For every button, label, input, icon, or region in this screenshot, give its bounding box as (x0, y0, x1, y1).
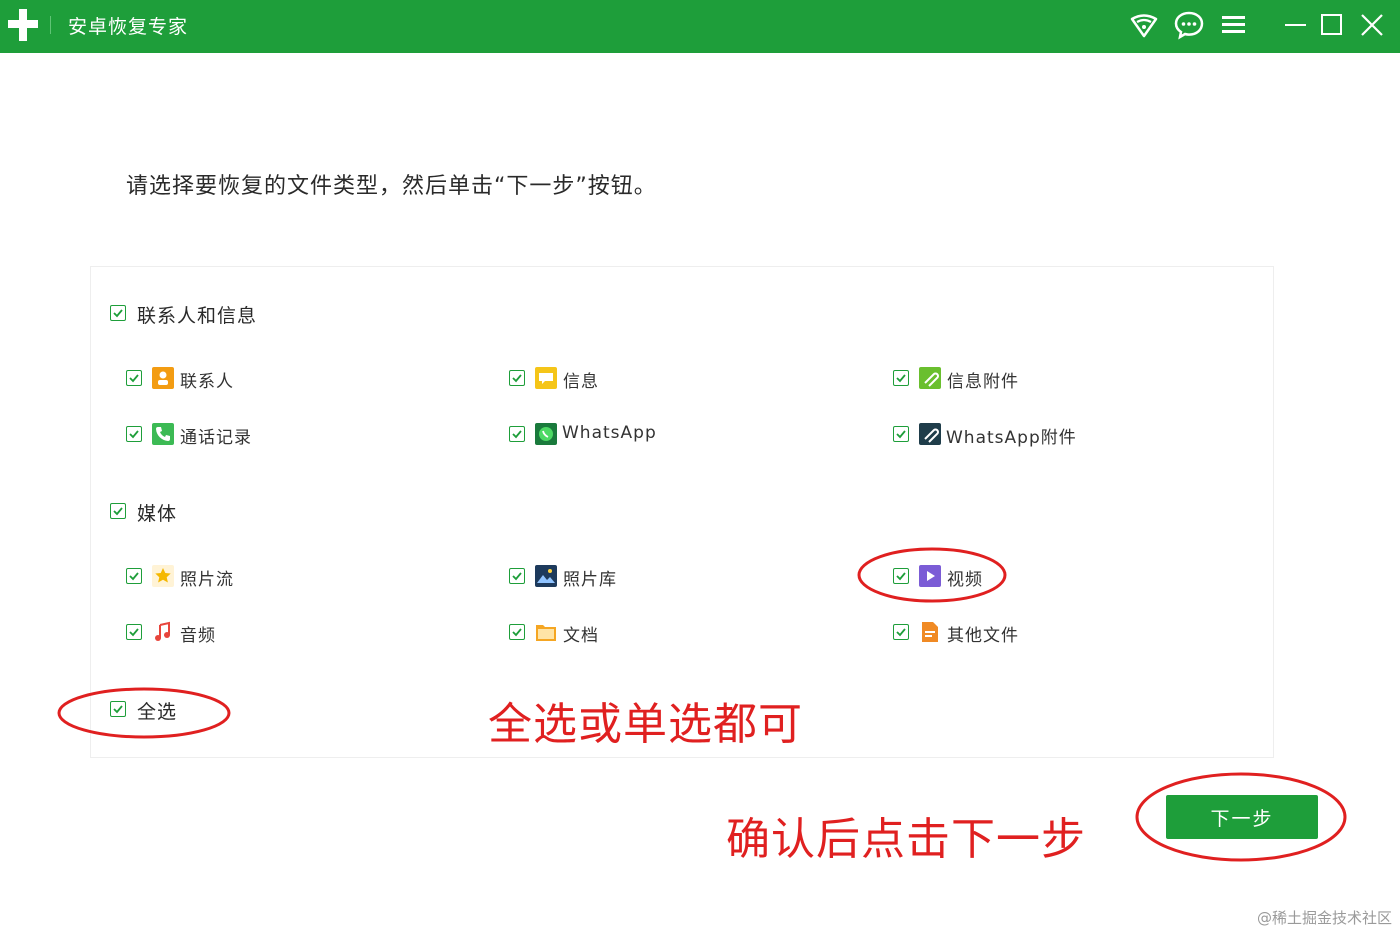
item-messages-checkbox[interactable] (509, 370, 525, 386)
item-contacts-checkbox[interactable] (126, 370, 142, 386)
item-message-attachments-label: 信息附件 (947, 372, 1019, 392)
item-documents-label: 文档 (563, 626, 599, 646)
item-photo-library-label: 照片库 (563, 570, 617, 590)
item-whatsapp-attachments-label: WhatsApp附件 (946, 428, 1077, 448)
photostream-icon (152, 565, 174, 587)
item-whatsapp-checkbox[interactable] (509, 426, 525, 442)
item-other-files-label: 其他文件 (947, 626, 1019, 646)
menu-icon[interactable] (1218, 10, 1250, 40)
whatsapp-icon (535, 423, 557, 445)
item-call-log-checkbox[interactable] (126, 426, 142, 442)
document-icon (536, 625, 556, 641)
item-contacts-label: 联系人 (180, 372, 234, 392)
contact-icon (152, 367, 174, 389)
photo-library-icon (535, 565, 557, 587)
item-other-files-checkbox[interactable] (893, 624, 909, 640)
item-documents-checkbox[interactable] (509, 624, 525, 640)
item-photo-library-checkbox[interactable] (509, 568, 525, 584)
item-audio-checkbox[interactable] (126, 624, 142, 640)
instruction-text: 请选择要恢复的文件类型，然后单击“下一步”按钮。 (126, 174, 657, 199)
other-file-icon (922, 622, 938, 642)
next-hint-annotation: 确认后点击下一步 (726, 814, 1086, 865)
item-photostream-label: 照片流 (180, 570, 234, 590)
item-photostream-checkbox[interactable] (126, 568, 142, 584)
item-whatsapp-attachments-checkbox[interactable] (893, 426, 909, 442)
item-video-checkbox[interactable] (893, 568, 909, 584)
select-hint-annotation: 全选或单选都可 (488, 699, 803, 750)
title-separator (50, 16, 51, 34)
item-messages-label: 信息 (563, 372, 599, 392)
maximize-icon[interactable] (1316, 10, 1348, 40)
file-type-panel (90, 266, 1274, 758)
minimize-icon[interactable] (1280, 10, 1312, 40)
item-whatsapp-label: WhatsApp (562, 423, 657, 443)
group-contacts-label: 联系人和信息 (137, 305, 258, 327)
group-contacts-checkbox[interactable] (110, 305, 126, 321)
chat-icon[interactable] (1173, 10, 1205, 40)
item-audio-label: 音频 (180, 626, 216, 646)
whatsapp-attachment-icon (919, 423, 941, 445)
phone-icon (152, 423, 174, 445)
group-media-checkbox[interactable] (110, 503, 126, 519)
item-message-attachments-checkbox[interactable] (893, 370, 909, 386)
close-icon[interactable] (1356, 10, 1388, 40)
wifi-icon[interactable] (1128, 10, 1160, 40)
watermark-text: @稀土掘金技术社区 (1256, 909, 1392, 927)
group-media-label: 媒体 (137, 503, 178, 525)
next-button[interactable]: 下一步 (1166, 795, 1318, 839)
attachment-icon (919, 367, 941, 389)
app-logo-icon (8, 9, 38, 41)
title-bar: 安卓恢复专家 (0, 0, 1400, 53)
audio-icon (155, 621, 170, 641)
item-call-log-label: 通话记录 (180, 428, 252, 448)
select-all-label: 全选 (137, 701, 178, 723)
item-video-label: 视频 (947, 570, 983, 590)
video-icon (919, 565, 941, 587)
app-title: 安卓恢复专家 (68, 16, 189, 38)
message-icon (535, 367, 557, 389)
select-all-checkbox[interactable] (110, 701, 126, 717)
